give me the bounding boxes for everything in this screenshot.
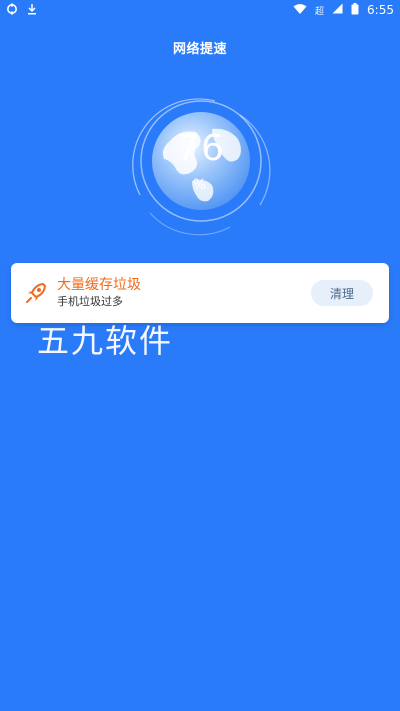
gauge-value: 76 [176, 128, 226, 169]
rocket-icon [23, 280, 49, 306]
signal-label: 超 [315, 6, 325, 17]
status-left [6, 3, 38, 18]
card-subtitle: 手机垃圾过多 [57, 295, 123, 308]
status-bar: 超 6:55 [0, 0, 400, 20]
download-icon [26, 3, 38, 18]
status-right: 超 6:55 [293, 2, 394, 18]
clean-button[interactable]: 清理 [311, 280, 373, 306]
battery-icon [351, 2, 359, 18]
wifi-icon [293, 3, 307, 18]
app-notification-icon [6, 3, 18, 18]
speed-gauge: 76 % [120, 85, 271, 236]
page-title: 网络提速 [172, 42, 227, 57]
card-title: 大量缓存垃圾 [57, 277, 141, 293]
watermark-text: 五九软件 [37, 322, 174, 360]
junk-alert-card[interactable]: 大量缓存垃圾 手机垃圾过多 清理 [11, 263, 389, 323]
card-text: 大量缓存垃圾 手机垃圾过多 [57, 276, 311, 310]
gauge-unit: % [193, 177, 207, 193]
status-time: 6:55 [367, 3, 394, 17]
signal-icon [332, 3, 343, 17]
